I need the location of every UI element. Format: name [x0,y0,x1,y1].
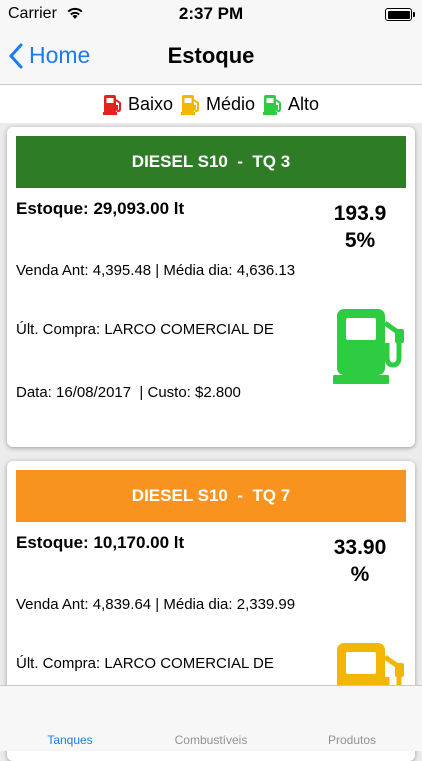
fuel-pump-icon [263,94,282,115]
percent-line-1: 193.9 [333,202,387,225]
tank-header: DIESEL S10 - TQ 7 [16,470,406,522]
stock-label: Estoque: 10,170.00 lt [16,533,185,552]
legend-item-medio: Médio [180,93,256,115]
tab-tanques[interactable]: Tanques [0,733,140,747]
percent-value: 33.90 % [315,534,405,588]
legend-label: Alto [288,93,320,114]
legend-label: Baixo [127,93,173,114]
clock-label: 2:37 PM [178,4,244,23]
legend-label: Médio [205,93,256,114]
last-purchase: Últ. Compra: LARCO COMERCIAL DE [16,321,274,338]
tank-header: DIESEL S10 - TQ 3 [16,136,406,188]
date-cost: Data: 16/08/2017 | Custo: $2.800 [16,384,241,401]
battery-icon [385,8,415,21]
tab-bar: Tanques Combustíveis Produtos [0,685,422,751]
tank-card[interactable]: DIESEL S10 - TQ 3 Estoque: 29,093.00 lt … [7,127,415,447]
legend-item-alto: Alto [263,94,319,115]
tab-produtos[interactable]: Produtos [282,733,422,747]
fuel-pump-icon [333,309,404,384]
chevron-left-icon [9,43,23,68]
percent-line-2: % [350,563,370,586]
percent-value: 193.9 5% [315,200,405,254]
stock-label: Estoque: 29,093.00 lt [16,199,185,218]
back-button[interactable]: Home [8,42,90,69]
navigation-bar: Home Estoque [0,30,422,85]
fuel-pump-icon [180,94,199,115]
percent-line-1: 33.90 [333,536,387,559]
sales-info: Venda Ant: 4,839.64 | Média dia: 2,339.9… [16,596,296,613]
status-bar: Carrier 2:37 PM [0,0,422,30]
level-legend: Baixo Médio Alto [0,85,422,123]
legend-item-baixo: Baixo [102,93,173,115]
back-button-label: Home [29,42,91,68]
last-purchase: Últ. Compra: LARCO COMERCIAL DE [16,655,274,672]
sales-info: Venda Ant: 4,395.48 | Média dia: 4,636.1… [16,262,296,279]
fuel-pump-icon [102,94,121,115]
tab-combustiveis[interactable]: Combustíveis [141,733,281,747]
percent-line-2: 5% [344,229,376,252]
